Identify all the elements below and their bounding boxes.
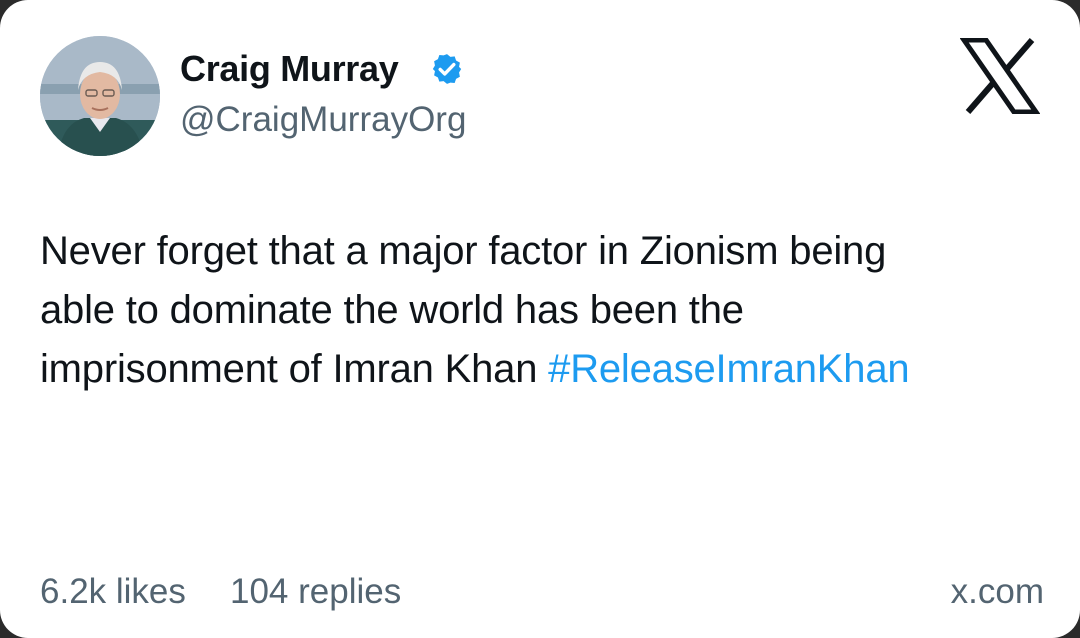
- tweet-text-segment: imprisonment of Imran Khan: [40, 347, 549, 391]
- author-name[interactable]: Craig Murray: [180, 48, 399, 90]
- author-handle[interactable]: @CraigMurrayOrg: [180, 100, 466, 140]
- source-link[interactable]: x.com: [951, 572, 1044, 612]
- tweet-card: Craig Murray @CraigMurrayOrg Never forge…: [0, 0, 1080, 638]
- verified-badge-icon: [432, 54, 462, 84]
- tweet-text-line: Never forget that a major factor in Zion…: [40, 229, 887, 273]
- x-logo-icon[interactable]: [960, 38, 1040, 114]
- tweet-text-line: imprisonment of Imran Khan #ReleaseImran…: [40, 340, 1050, 399]
- hashtag-link[interactable]: #ReleaseImranKhan: [548, 347, 909, 391]
- avatar[interactable]: [40, 36, 160, 156]
- tweet-text: Never forget that a major factor in Zion…: [40, 222, 1050, 399]
- likes-count[interactable]: 6.2k likes: [40, 572, 186, 612]
- profile-photo: [40, 36, 160, 156]
- replies-count[interactable]: 104 replies: [230, 572, 401, 612]
- tweet-text-line: able to dominate the world has been the: [40, 288, 744, 332]
